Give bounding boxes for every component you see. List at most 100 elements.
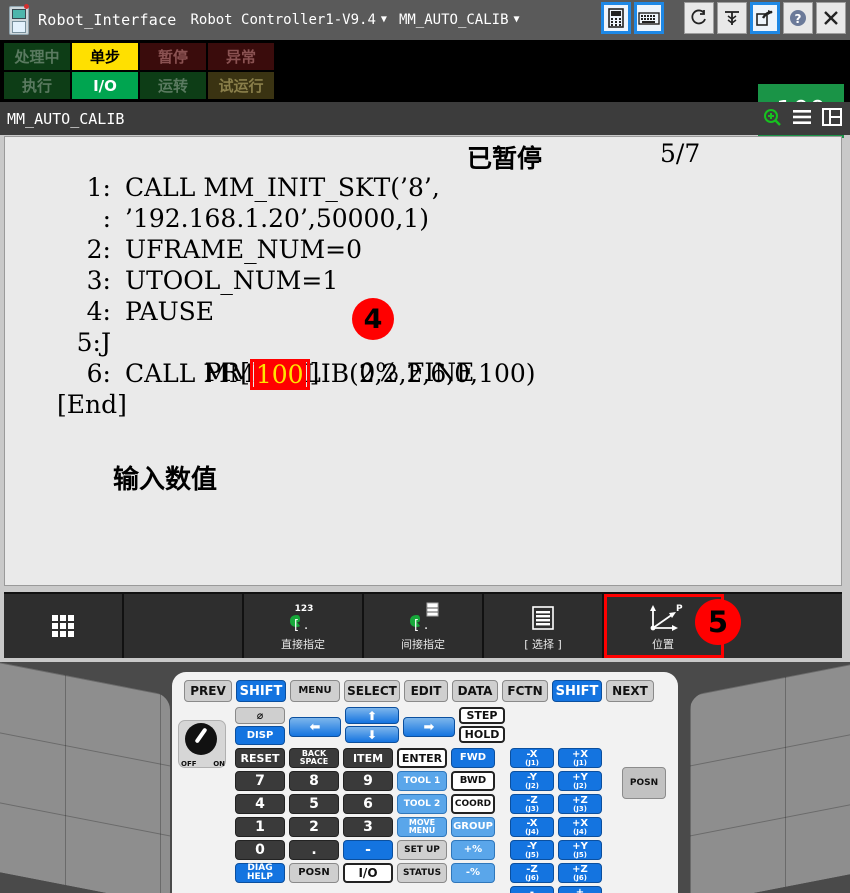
pendant-key-setup[interactable]: SET UP bbox=[397, 840, 447, 860]
pendant-jog-key-minusX-J4[interactable]: -X (J4) bbox=[510, 817, 554, 837]
jog-joint-label: (J3) bbox=[573, 804, 587, 813]
pendant-key-dot[interactable]: . bbox=[289, 840, 339, 860]
line-text-2: UFRAME_NUM=0 bbox=[125, 235, 363, 264]
pendant-key-plus-pct[interactable]: +% bbox=[451, 840, 495, 860]
pendant-key-fwd[interactable]: FWD bbox=[451, 748, 495, 768]
pendant-jog-key-minusZ-J6[interactable]: -Z (J6) bbox=[510, 863, 554, 883]
fkey-direct[interactable]: 123 [ . 直接指定 bbox=[244, 594, 364, 658]
pendant-jog-key-minusX-J1[interactable]: -X (J1) bbox=[510, 748, 554, 768]
pendant-key-5[interactable]: 5 bbox=[289, 794, 339, 814]
pendant-key-reset[interactable]: RESET bbox=[235, 748, 285, 768]
pendant-key-arrow-up[interactable]: ⬆ bbox=[345, 707, 399, 724]
fkey-grid[interactable] bbox=[4, 594, 124, 658]
pendant-key-3[interactable]: 3 bbox=[343, 817, 393, 837]
pendant-key-shift-l[interactable]: SHIFT bbox=[236, 680, 286, 702]
pendant-key-coord[interactable]: COORD bbox=[451, 794, 495, 814]
fkey-blank[interactable] bbox=[124, 594, 244, 658]
pendant-key-minus-pct[interactable]: -% bbox=[451, 863, 495, 883]
pendant-key-status[interactable]: STATUS bbox=[397, 863, 447, 883]
pendant-key-data[interactable]: DATA bbox=[452, 680, 498, 702]
pendant-key-posn-side[interactable]: POSN bbox=[622, 767, 666, 799]
code-line-2[interactable]: 2: UFRAME_NUM=0 bbox=[5, 235, 841, 266]
code-line-1b[interactable]: : ’192.168.1.20’,50000,1) bbox=[5, 204, 841, 235]
pendant-key-tool2[interactable]: TOOL 2 bbox=[397, 794, 447, 814]
code-line-1[interactable]: 1: CALL MM_INIT_SKT(’8’, bbox=[5, 173, 841, 204]
pendant-key-next[interactable]: NEXT bbox=[606, 680, 654, 702]
pendant-key-item[interactable]: ITEM bbox=[343, 748, 393, 768]
jog-axis-label: +X bbox=[571, 748, 589, 760]
pendant-view-icon[interactable] bbox=[601, 2, 631, 34]
code-line-5[interactable]: 5:J PR[100] 0% FINE bbox=[5, 328, 841, 390]
pendant-key-enter[interactable]: ENTER bbox=[397, 748, 447, 768]
pendant-jog-key-plusX-J1[interactable]: +X (J1) bbox=[558, 748, 602, 768]
pendant-jog-key-minus-J7[interactable]: -(J7) bbox=[510, 886, 554, 893]
editor-status-row: 已暂停 5/7 bbox=[5, 137, 841, 173]
program-editor[interactable]: 已暂停 5/7 1: CALL MM_INIT_SKT(’8’, : ’192.… bbox=[4, 136, 842, 586]
close-icon[interactable] bbox=[816, 2, 846, 34]
pendant-key-select[interactable]: SELECT bbox=[344, 680, 400, 702]
keyboard-view-icon[interactable] bbox=[634, 2, 664, 34]
fkey-select[interactable]: [ 选择 ] bbox=[484, 594, 604, 658]
pendant-key-step[interactable]: STEP bbox=[459, 707, 505, 724]
pendant-key-diag-help[interactable]: DIAG HELP bbox=[235, 863, 285, 883]
pendant-key-disp[interactable]: DISP bbox=[235, 726, 285, 745]
pendant-jog-key-plusZ-J6[interactable]: +Z (J6) bbox=[558, 863, 602, 883]
code-line-3[interactable]: 3: UTOOL_NUM=1 bbox=[5, 266, 841, 297]
pendant-key-6[interactable]: 6 bbox=[343, 794, 393, 814]
controller-selector[interactable]: Robot Controller1-V9.4 ▼ bbox=[190, 12, 386, 28]
pendant-jog-key-plusY-J5[interactable]: +Y (J5) bbox=[558, 840, 602, 860]
pendant-key-hold[interactable]: HOLD bbox=[459, 726, 505, 743]
pendant-key-bwd[interactable]: BWD bbox=[451, 771, 495, 791]
anchor-icon[interactable] bbox=[717, 2, 747, 34]
pendant-jog-key-minusZ-J3[interactable]: -Z (J3) bbox=[510, 794, 554, 814]
pendant-key-shift-r[interactable]: SHIFT bbox=[552, 680, 602, 702]
pendant-key-arrow-right[interactable]: ➡ bbox=[403, 717, 455, 737]
program-selector[interactable]: MM_AUTO_CALIB ▼ bbox=[399, 12, 520, 28]
pendant-key-move-menu[interactable]: MOVE MENU bbox=[397, 817, 447, 837]
code-line-6[interactable]: 6: CALL MM_CALIB(2,2,2,6,0,100) bbox=[5, 359, 841, 390]
pendant-key-9[interactable]: 9 bbox=[343, 771, 393, 791]
pendant-key-minus[interactable]: - bbox=[343, 840, 393, 860]
pendant-key-2[interactable]: 2 bbox=[289, 817, 339, 837]
fkey-indirect[interactable]: [ . 间接指定 bbox=[364, 594, 484, 658]
jog-axis-label: +Z bbox=[572, 794, 588, 806]
pendant-key-fctn[interactable]: FCTN bbox=[502, 680, 548, 702]
deadman-knob[interactable]: OFF ON bbox=[178, 720, 226, 768]
pendant-jog-key-minusY-J5[interactable]: -Y (J5) bbox=[510, 840, 554, 860]
pendant-key-edit[interactable]: EDIT bbox=[404, 680, 448, 702]
pendant-key-display-toggle[interactable]: ⌀ bbox=[235, 707, 285, 724]
pendant-key-arrow-left[interactable]: ⬅ bbox=[289, 717, 341, 737]
help-icon[interactable]: ? bbox=[783, 2, 813, 34]
pendant-jog-key-plus-J7[interactable]: +(J7) bbox=[558, 886, 602, 893]
pendant-key-1[interactable]: 1 bbox=[235, 817, 285, 837]
pendant-key-menu[interactable]: MENU bbox=[290, 680, 340, 702]
robot-pendant-icon bbox=[6, 4, 32, 36]
pendant-jog-key-plusX-J4[interactable]: +X (J4) bbox=[558, 817, 602, 837]
split-view-icon[interactable] bbox=[822, 107, 842, 130]
knob-dial-icon[interactable] bbox=[185, 723, 217, 755]
pendant-key-7[interactable]: 7 bbox=[235, 771, 285, 791]
chevron-down-icon[interactable]: ▼ bbox=[381, 14, 387, 25]
pendant-key-posn[interactable]: POSN bbox=[289, 863, 339, 883]
pendant-key-backspace[interactable]: BACK SPACE bbox=[289, 748, 339, 768]
pendant-key-prev[interactable]: PREV bbox=[184, 680, 232, 702]
refresh-icon[interactable] bbox=[684, 2, 714, 34]
pendant-key-4[interactable]: 4 bbox=[235, 794, 285, 814]
code-line-4[interactable]: 4: PAUSE bbox=[5, 297, 841, 328]
pendant-key-8[interactable]: 8 bbox=[289, 771, 339, 791]
pendant-jog-key-plusZ-J3[interactable]: +Z (J3) bbox=[558, 794, 602, 814]
fkey-blank2[interactable] bbox=[724, 594, 842, 658]
position-register-field[interactable]: 100 bbox=[249, 359, 310, 390]
pendant-key-arrow-down[interactable]: ⬇ bbox=[345, 726, 399, 743]
pendant-key-group[interactable]: GROUP bbox=[451, 817, 495, 837]
chevron-down-icon-2[interactable]: ▼ bbox=[514, 14, 520, 25]
pendant-right-panel bbox=[690, 662, 850, 893]
menu-icon[interactable] bbox=[792, 108, 812, 130]
zoom-in-icon[interactable] bbox=[762, 107, 782, 131]
pendant-key-tool1[interactable]: TOOL 1 bbox=[397, 771, 447, 791]
pendant-jog-key-minusY-J2[interactable]: -Y (J2) bbox=[510, 771, 554, 791]
popout-icon[interactable] bbox=[750, 2, 780, 34]
pendant-key-0[interactable]: 0 bbox=[235, 840, 285, 860]
pendant-key-io[interactable]: I/O bbox=[343, 863, 393, 883]
pendant-jog-key-plusY-J2[interactable]: +Y (J2) bbox=[558, 771, 602, 791]
